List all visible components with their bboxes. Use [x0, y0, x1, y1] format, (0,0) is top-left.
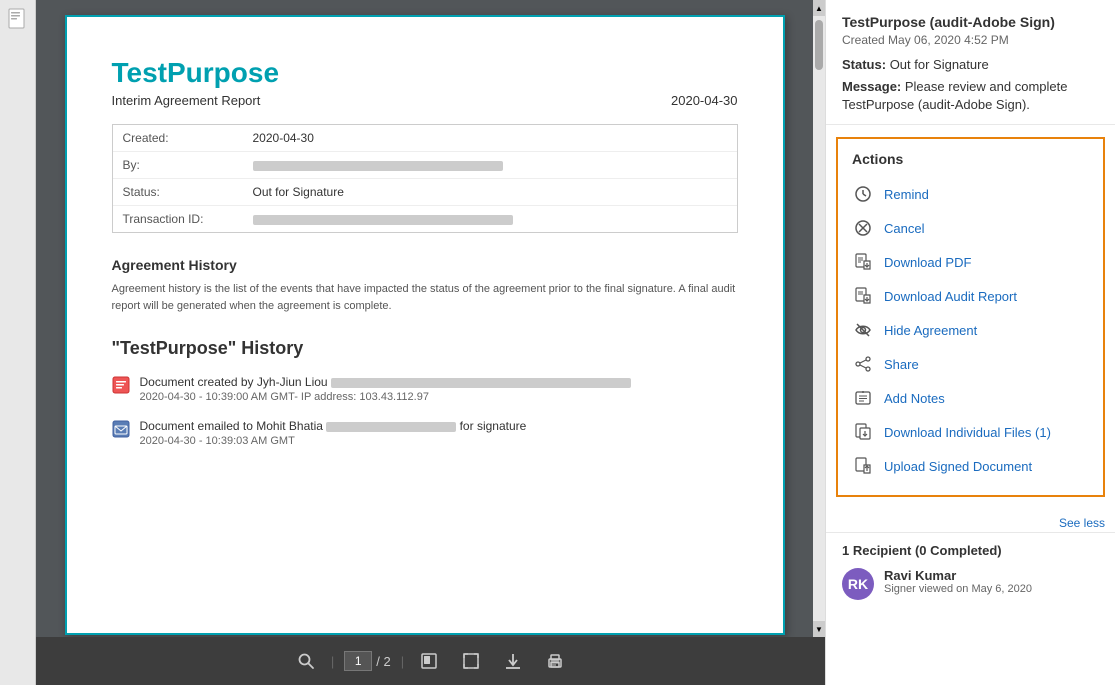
download-audit-report-icon	[852, 285, 874, 307]
cancel-label: Cancel	[884, 221, 924, 236]
history-text-2: Document emailed to Mohit Bhatia	[140, 419, 327, 433]
page-number-input[interactable]	[344, 651, 372, 671]
agreement-created: Created May 06, 2020 4:52 PM	[842, 33, 1099, 47]
hide-agreement-icon	[852, 319, 874, 341]
action-download-pdf[interactable]: Download PDF	[852, 245, 1089, 279]
download-audit-report-label: Download Audit Report	[884, 289, 1017, 304]
see-less-container: See less	[826, 509, 1115, 532]
agreement-history-title: Agreement History	[112, 257, 738, 273]
history-item: Document created by Jyh-Jiun Liou 2020-0…	[112, 375, 738, 403]
actions-list: Remind Cancel Download PDF Download Audit R…	[852, 177, 1089, 483]
actions-title: Actions	[852, 151, 1089, 167]
info-row-by: By:	[113, 152, 737, 179]
action-remind[interactable]: Remind	[852, 177, 1089, 211]
action-download-individual-files[interactable]: Download Individual Files (1)	[852, 415, 1089, 449]
actions-section: Actions Remind Cancel Download PDF Download…	[836, 137, 1105, 497]
recipient-status: Signer viewed on May 6, 2020	[884, 583, 1032, 595]
action-download-audit-report[interactable]: Download Audit Report	[852, 279, 1089, 313]
print-button[interactable]	[534, 644, 576, 678]
history-meta-2: 2020-04-30 - 10:39:03 AM GMT	[140, 435, 527, 447]
recipients-section: 1 Recipient (0 Completed) RK Ravi Kumar …	[826, 532, 1115, 610]
history-item: Document emailed to Mohit Bhatia for sig…	[112, 419, 738, 447]
document-subtitle: Interim Agreement Report	[112, 93, 261, 108]
scroll-down-arrow[interactable]: ▼	[813, 621, 825, 637]
remind-icon	[852, 183, 874, 205]
page-thumbnail-icon[interactable]	[7, 8, 29, 35]
fullscreen-button[interactable]	[450, 644, 492, 678]
action-cancel[interactable]: Cancel	[852, 211, 1089, 245]
document-date: 2020-04-30	[671, 93, 738, 108]
status-value: Out for Signature	[890, 57, 989, 72]
action-hide-agreement[interactable]: Hide Agreement	[852, 313, 1089, 347]
download-button[interactable]	[492, 644, 534, 678]
share-icon	[852, 353, 874, 375]
scroll-thumb[interactable]	[815, 20, 823, 70]
upload-signed-document-icon	[852, 455, 874, 477]
scroll-up-arrow[interactable]: ▲	[813, 0, 825, 16]
history-text-1: Document created by Jyh-Jiun Liou	[140, 375, 331, 389]
document-info-table: Created: 2020-04-30 By: Status: Out for …	[112, 124, 738, 233]
document-scroll-area: TestPurpose Interim Agreement Report 202…	[36, 0, 813, 637]
remind-label: Remind	[884, 187, 929, 202]
document-title: TestPurpose	[112, 57, 738, 89]
agreement-message-row: Message: Please review and complete Test…	[842, 78, 1099, 114]
recipient-item: RK Ravi Kumar Signer viewed on May 6, 20…	[842, 568, 1099, 600]
document-panel: TestPurpose Interim Agreement Report 202…	[36, 0, 825, 685]
share-label: Share	[884, 357, 919, 372]
status-label: Status:	[842, 57, 886, 72]
history-created-icon	[112, 376, 130, 394]
agreement-history-desc: Agreement history is the list of the eve…	[112, 281, 738, 314]
see-less-link[interactable]: See less	[1059, 516, 1105, 530]
history-emailed-icon	[112, 420, 130, 438]
action-add-notes[interactable]: Add Notes	[852, 381, 1089, 415]
page-indicator: / 2	[344, 651, 390, 671]
add-notes-icon	[852, 387, 874, 409]
upload-signed-document-label: Upload Signed Document	[884, 459, 1032, 474]
document-toolbar: | / 2 |	[36, 637, 825, 685]
agreement-header: TestPurpose (audit-Adobe Sign) Created M…	[826, 0, 1115, 125]
history-section-title: "TestPurpose" History	[112, 338, 738, 359]
action-share[interactable]: Share	[852, 347, 1089, 381]
download-pdf-icon	[852, 251, 874, 273]
recipient-name: Ravi Kumar	[884, 568, 1032, 583]
recipient-avatar: RK	[842, 568, 874, 600]
download-pdf-label: Download PDF	[884, 255, 971, 270]
info-row-status: Status: Out for Signature	[113, 179, 737, 206]
view-mode-button[interactable]	[408, 644, 450, 678]
agreement-status-row: Status: Out for Signature	[842, 57, 1099, 72]
document-page: TestPurpose Interim Agreement Report 202…	[65, 15, 785, 635]
info-row-transaction: Transaction ID:	[113, 206, 737, 233]
info-row-created: Created: 2020-04-30	[113, 125, 737, 152]
recipients-title: 1 Recipient (0 Completed)	[842, 543, 1099, 558]
search-button[interactable]	[285, 644, 327, 678]
right-panel: TestPurpose (audit-Adobe Sign) Created M…	[825, 0, 1115, 685]
vertical-scrollbar[interactable]: ▲ ▼	[813, 0, 825, 637]
add-notes-label: Add Notes	[884, 391, 945, 406]
page-total: / 2	[376, 654, 390, 669]
hide-agreement-label: Hide Agreement	[884, 323, 977, 338]
message-label: Message:	[842, 79, 901, 94]
download-individual-files-icon	[852, 421, 874, 443]
toolbar-sep-2: |	[401, 654, 404, 669]
history-meta-1: 2020-04-30 - 10:39:00 AM GMT- IP address…	[140, 391, 631, 403]
action-upload-signed-document[interactable]: Upload Signed Document	[852, 449, 1089, 483]
download-individual-files-label: Download Individual Files (1)	[884, 425, 1051, 440]
agreement-name: TestPurpose (audit-Adobe Sign)	[842, 14, 1099, 30]
toolbar-sep-1: |	[331, 654, 334, 669]
cancel-icon	[852, 217, 874, 239]
